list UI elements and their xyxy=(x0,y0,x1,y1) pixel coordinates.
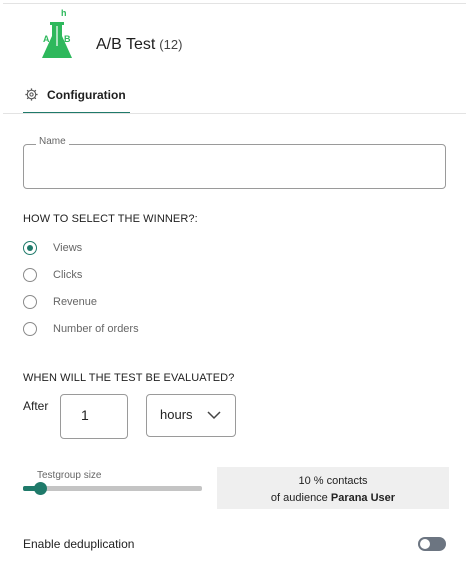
evaluation-heading: WHEN WILL THE TEST BE EVALUATED? xyxy=(23,372,235,384)
ab-test-logo: h A B xyxy=(40,8,74,62)
svg-text:A: A xyxy=(43,34,50,44)
page-title-text: A/B Test xyxy=(96,36,156,53)
svg-text:B: B xyxy=(64,34,71,44)
radio-label: Views xyxy=(53,242,83,254)
tab-configuration[interactable]: Configuration xyxy=(23,80,130,114)
testgroup-slider-thumb[interactable] xyxy=(34,482,48,495)
radio-button[interactable] xyxy=(23,322,37,336)
toggle-knob xyxy=(420,539,430,549)
name-input[interactable] xyxy=(23,144,446,189)
testgroup-slider-track[interactable] xyxy=(23,486,202,491)
radio-label: Revenue xyxy=(53,296,98,308)
evaluation-unit-select[interactable]: hours xyxy=(146,394,236,437)
name-field-label: Name xyxy=(36,136,69,147)
radio-label: Clicks xyxy=(53,269,83,281)
evaluation-amount-input[interactable]: 1 xyxy=(60,394,128,439)
unit-select-value: hours xyxy=(160,407,193,422)
tab-divider xyxy=(3,113,466,114)
testgroup-info-line2: of audience Parana User xyxy=(217,490,449,507)
radio-button[interactable] xyxy=(23,241,37,255)
deduplication-label: Enable deduplication xyxy=(23,537,135,551)
radio-clicks[interactable]: Clicks xyxy=(23,267,82,283)
chevron-down-icon xyxy=(207,411,221,420)
gear-icon xyxy=(25,88,38,101)
deduplication-toggle[interactable] xyxy=(418,537,446,551)
ab-test-panel: h A B A/B Test (12) Configuration Name HO… xyxy=(0,0,466,588)
radio-number-of-orders[interactable]: Number of orders xyxy=(23,321,139,337)
test-count: (12) xyxy=(159,37,183,52)
tab-label: Configuration xyxy=(47,88,126,102)
testgroup-info-line1: 10 % contacts xyxy=(298,475,368,487)
radio-revenue[interactable]: Revenue xyxy=(23,294,97,310)
audience-name: Parana User xyxy=(330,492,396,504)
testgroup-label: Testgroup size xyxy=(37,470,102,481)
radio-button[interactable] xyxy=(23,295,37,309)
testgroup-info: 10 % contacts of audience Parana User xyxy=(217,467,449,509)
after-label: After xyxy=(23,399,49,413)
audience-prefix: of audience xyxy=(270,492,331,504)
top-divider xyxy=(3,3,466,4)
winner-heading: HOW TO SELECT THE WINNER?: xyxy=(23,213,198,225)
radio-label: Number of orders xyxy=(53,323,139,335)
logo-badge: h xyxy=(61,8,67,18)
flask-icon: A B xyxy=(42,22,72,58)
radio-views[interactable]: Views xyxy=(23,240,82,256)
page-title: A/B Test (12) xyxy=(96,36,182,54)
radio-button[interactable] xyxy=(23,268,37,282)
